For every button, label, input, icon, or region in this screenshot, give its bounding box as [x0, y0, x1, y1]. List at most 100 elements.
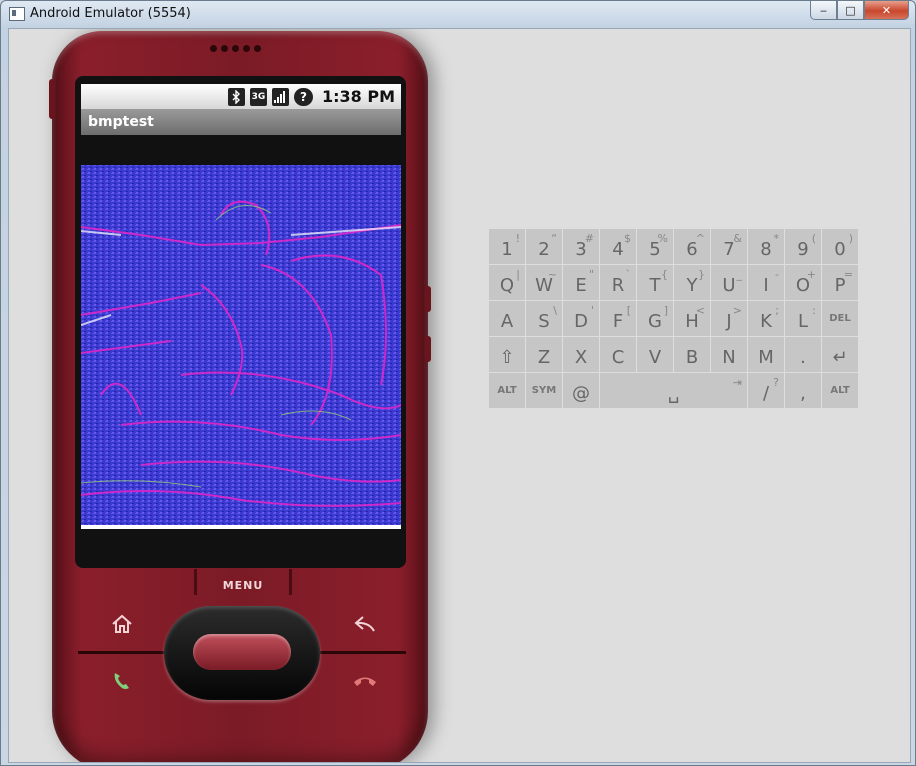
key-space[interactable]: ␣ ⇥ — [600, 373, 747, 408]
key-t[interactable]: T{ — [637, 265, 673, 300]
signal-icon — [271, 87, 289, 106]
window-controls: ‒ □ ✕ — [810, 1, 909, 20]
keyboard-row: Q | W ~ E " R ` T{Y} U _ I - O + P = — [489, 265, 859, 300]
key-5[interactable]: 5% — [637, 229, 673, 264]
key-sublabel: { — [661, 268, 668, 281]
key-/[interactable]: /? — [748, 373, 784, 408]
minimize-button[interactable]: ‒ — [810, 1, 837, 20]
key-sublabel: _ — [736, 268, 743, 281]
bluetooth-icon — [227, 87, 245, 106]
side-button-upper[interactable] — [425, 286, 431, 312]
key-p[interactable]: P = — [822, 265, 858, 300]
maximize-button[interactable]: □ — [837, 1, 864, 20]
app-title-bar: bmptest — [81, 109, 401, 135]
device-screen[interactable]: 3G ? 1:38 PM bmptest — [81, 84, 401, 562]
key-label: ↵ — [832, 347, 848, 368]
key-8[interactable]: 8 * — [748, 229, 784, 264]
key-sublabel: < — [695, 304, 705, 317]
home-button[interactable] — [107, 609, 137, 639]
status-clock: 1:38 PM — [321, 87, 395, 106]
button-divider-left — [78, 651, 164, 654]
alert-icon: ? — [293, 87, 313, 106]
dpad-center-button[interactable] — [193, 634, 291, 670]
trackball-dpad[interactable] — [164, 606, 320, 700]
app-content — [81, 135, 401, 562]
key-sublabel: “ — [551, 232, 557, 245]
key-e[interactable]: E " — [563, 265, 599, 300]
screen-bezel: 3G ? 1:38 PM bmptest — [75, 76, 406, 568]
key-sublabel: # — [584, 232, 594, 245]
key-sublabel: = — [843, 268, 853, 281]
key-1[interactable]: 1! — [489, 229, 525, 264]
key-label: ALT — [497, 385, 517, 396]
key-alt[interactable]: ALT — [489, 373, 525, 408]
key-b[interactable]: B — [674, 337, 710, 372]
key-9[interactable]: 9( — [785, 229, 821, 264]
speaker-grille — [210, 45, 261, 52]
key-h[interactable]: H < — [674, 301, 710, 336]
key-g[interactable]: G] — [637, 301, 673, 336]
key-sym[interactable]: SYM — [526, 373, 562, 408]
key-@[interactable]: @ — [563, 373, 599, 408]
key-sublabel: % — [657, 232, 668, 245]
key-,[interactable]: , — [785, 373, 821, 408]
key-j[interactable]: J > — [711, 301, 747, 336]
key-m[interactable]: M — [748, 337, 784, 372]
back-button[interactable] — [350, 609, 380, 639]
key-alt[interactable]: ALT — [822, 373, 858, 408]
key-label: A — [500, 311, 514, 332]
phone-skin: 3G ? 1:38 PM bmptest MENU — [49, 31, 431, 762]
key-3[interactable]: 3 # — [563, 229, 599, 264]
key-7[interactable]: 7 & — [711, 229, 747, 264]
key-⇧[interactable]: ⇧ — [489, 337, 525, 372]
key-q[interactable]: Q | — [489, 265, 525, 300]
key-sublabel: + — [806, 268, 816, 281]
key-0[interactable]: 0) — [822, 229, 858, 264]
key-label: M — [758, 347, 774, 368]
key-d[interactable]: D ' — [563, 301, 599, 336]
keyboard-row: A S \ D ' F[G] H < J > K; L: DEL — [489, 301, 859, 336]
key-k[interactable]: K; — [748, 301, 784, 336]
key-label: Z — [537, 347, 551, 368]
key-del[interactable]: DEL — [822, 301, 858, 336]
key-.[interactable]: . — [785, 337, 821, 372]
key-sublabel: > — [732, 304, 742, 317]
key-z[interactable]: Z — [526, 337, 562, 372]
key-label: ␣ — [667, 383, 680, 404]
volume-button[interactable] — [49, 79, 55, 119]
key-sublabel: ] — [663, 304, 668, 317]
button-divider-right — [320, 651, 406, 654]
title-bar[interactable]: Android Emulator (5554) ‒ □ ✕ — [1, 1, 915, 28]
key-y[interactable]: Y} — [674, 265, 710, 300]
key-i[interactable]: I- — [748, 265, 784, 300]
key-2[interactable]: 2 “ — [526, 229, 562, 264]
emulator-client-area: 3G ? 1:38 PM bmptest MENU 1 ! 2 “ 3 # 4 … — [8, 28, 911, 763]
key-r[interactable]: R ` — [600, 265, 636, 300]
key-f[interactable]: F[ — [600, 301, 636, 336]
key-label: B — [685, 347, 699, 368]
key-v[interactable]: V — [637, 337, 673, 372]
key-u[interactable]: U _ — [711, 265, 747, 300]
emulator-keyboard: 1! 2 “3 #4 $5% 6 ^ 7 & 8 * 9(0) Q | W ~ E " R ` T{Y} U _ I - O + P =… — [489, 229, 859, 409]
side-button-lower[interactable] — [425, 336, 431, 362]
key-label: DEL — [829, 313, 851, 324]
key-x[interactable]: X — [563, 337, 599, 372]
key-s[interactable]: S \ — [526, 301, 562, 336]
key-l[interactable]: L: — [785, 301, 821, 336]
key-sublabel: ? — [773, 376, 779, 389]
key-label: ⇧ — [499, 347, 515, 368]
menu-button[interactable]: MENU — [194, 569, 292, 595]
key-a[interactable]: A — [489, 301, 525, 336]
end-call-icon — [354, 677, 376, 686]
call-button[interactable] — [107, 666, 137, 696]
end-call-button[interactable] — [350, 666, 380, 696]
key-4[interactable]: 4 $ — [600, 229, 636, 264]
key-o[interactable]: O + — [785, 265, 821, 300]
key-6[interactable]: 6 ^ — [674, 229, 710, 264]
close-button[interactable]: ✕ — [864, 1, 909, 20]
key-c[interactable]: C — [600, 337, 636, 372]
status-bar: 3G ? 1:38 PM — [81, 84, 401, 109]
key-w[interactable]: W ~ — [526, 265, 562, 300]
key-n[interactable]: N — [711, 337, 747, 372]
key-↵[interactable]: ↵ — [822, 337, 858, 372]
